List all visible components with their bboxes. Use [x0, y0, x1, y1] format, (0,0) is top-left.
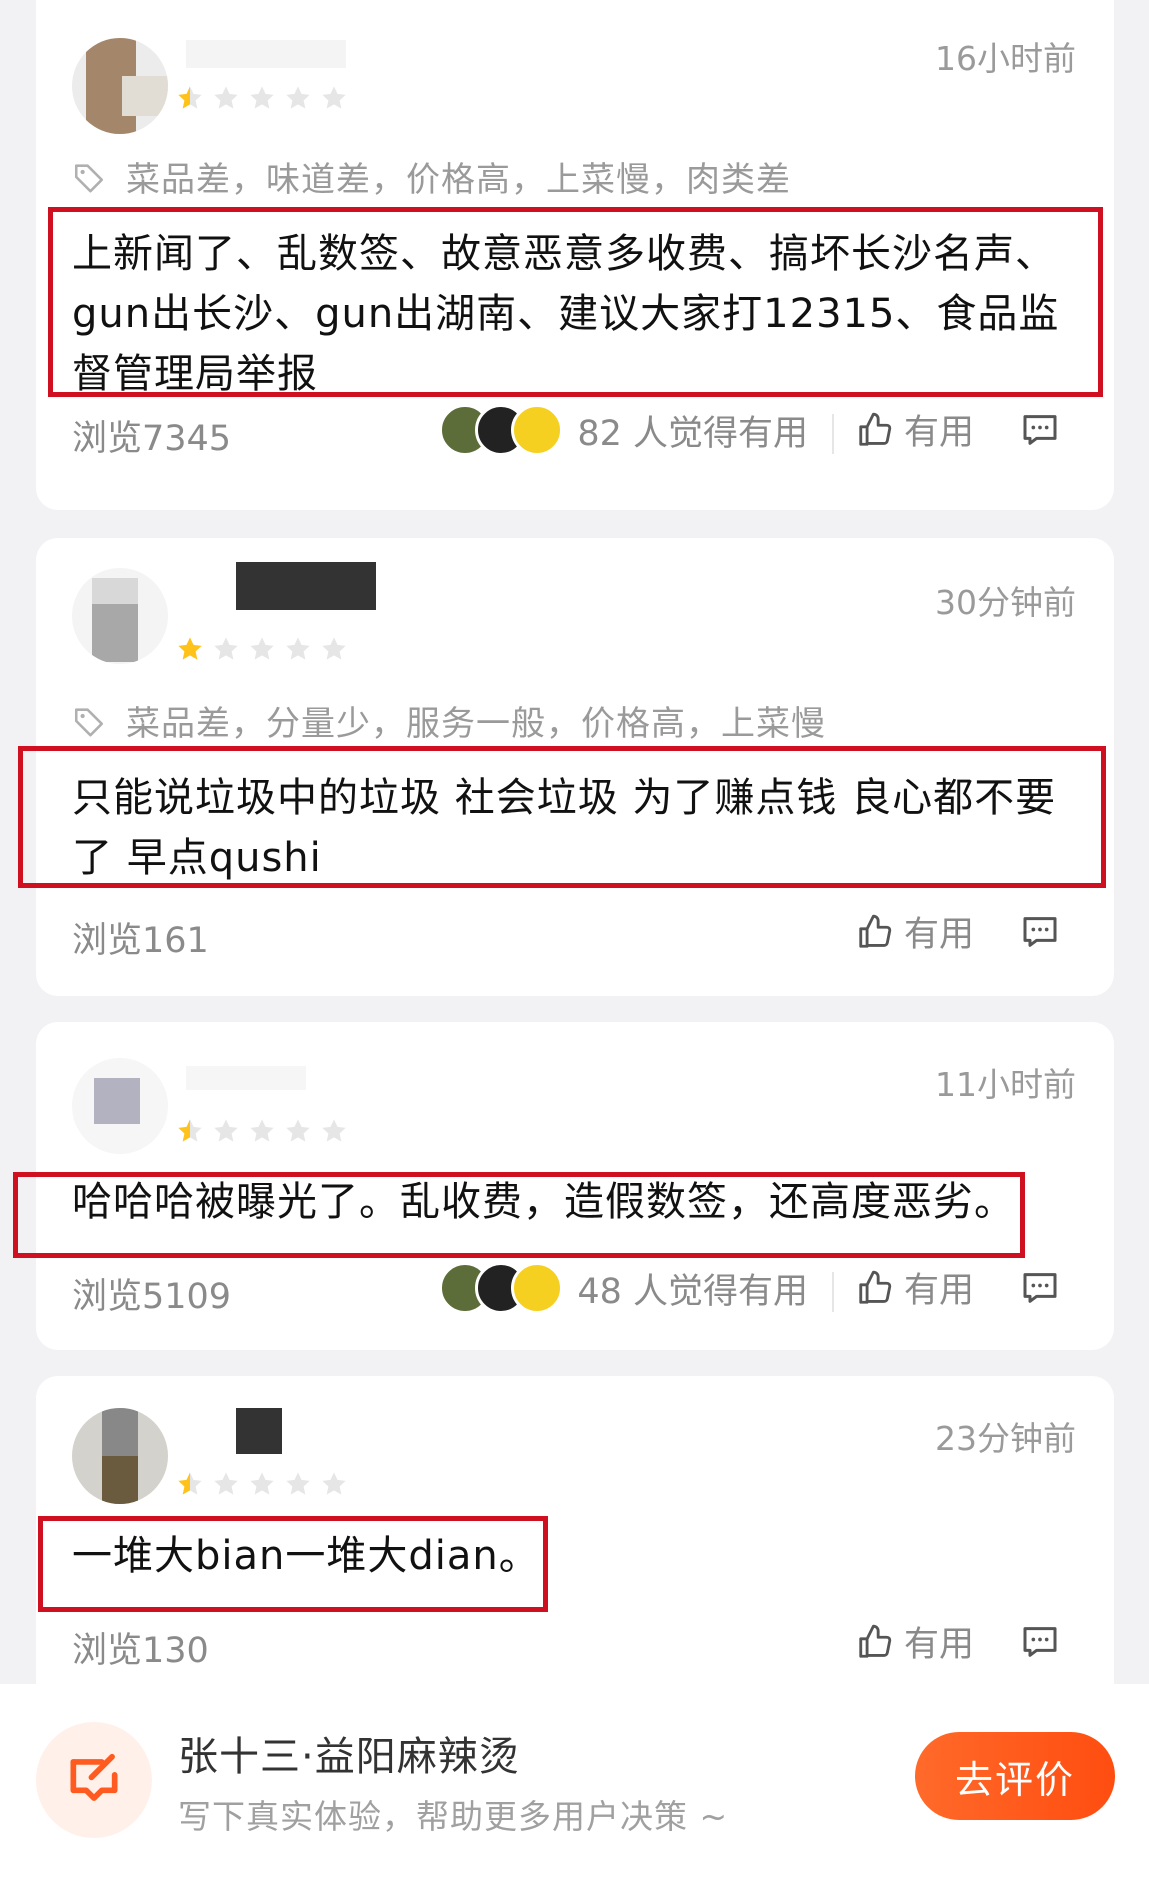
avatar[interactable] [72, 1058, 168, 1154]
mini-avatar [511, 404, 564, 456]
review-tags: 菜品差，分量少，服务一般，价格高，上菜慢 [72, 696, 826, 745]
view-count: 浏览7345 [72, 419, 232, 459]
avatar[interactable] [72, 568, 168, 664]
divider [832, 414, 834, 454]
comment-button[interactable] [1020, 1622, 1060, 1666]
comment-button[interactable] [1020, 410, 1060, 454]
divider [832, 1272, 834, 1312]
star-empty-icon [286, 1119, 310, 1142]
star-empty-icon [322, 637, 346, 660]
view-count: 浏览5109 [72, 1277, 232, 1317]
thumbs-up-icon [859, 412, 892, 446]
star-half-icon [178, 1472, 202, 1495]
username-blurred [236, 1408, 282, 1454]
useful-button[interactable]: 有用 [856, 1616, 974, 1667]
mini-avatar [511, 1262, 564, 1314]
useful-button[interactable]: 有用 [856, 1262, 974, 1313]
star-empty-icon [214, 1472, 238, 1495]
tag-icon [74, 163, 104, 192]
useful-button[interactable]: 有用 [856, 404, 974, 455]
thumbs-up-icon [859, 914, 892, 948]
tags-text: 菜品差，味道差，价格高，上菜慢，肉类差 [126, 160, 791, 200]
write-review-icon-wrap[interactable] [36, 1722, 152, 1838]
comment-icon [1023, 415, 1057, 445]
edit-review-icon [70, 1753, 118, 1801]
star-filled-icon [178, 637, 202, 660]
useful-label: 有用 [903, 915, 974, 955]
view-count: 浏览161 [72, 921, 209, 961]
star-rating [176, 1470, 348, 1498]
useful-label: 有用 [903, 413, 974, 453]
useful-label: 有用 [903, 1271, 974, 1311]
review-footer: 浏览7345 82 人觉得有用 有用 [72, 404, 1078, 464]
avatar[interactable] [72, 1408, 168, 1504]
star-empty-icon [214, 1119, 238, 1142]
useful-label: 有用 [903, 1625, 974, 1665]
star-empty-icon [214, 86, 238, 109]
thumbs-up-icon [859, 1624, 892, 1658]
highlight-box [13, 1172, 1025, 1258]
star-rating [176, 635, 348, 663]
star-empty-icon [214, 637, 238, 660]
star-empty-icon [250, 86, 274, 109]
username-blurred [186, 1066, 306, 1090]
review-time: 11小时前 [935, 1065, 1076, 1104]
comment-icon [1023, 917, 1057, 947]
star-half-icon [178, 86, 202, 109]
review-tags: 菜品差，味道差，价格高，上菜慢，肉类差 [72, 152, 791, 201]
tag-icon [74, 707, 104, 736]
star-half-icon [178, 1119, 202, 1142]
star-empty-icon [250, 1472, 274, 1495]
thumbs-up-icon [859, 1270, 892, 1304]
star-rating [176, 1117, 348, 1145]
star-empty-icon [286, 86, 310, 109]
helpful-summary: 82 人觉得有用 [439, 404, 808, 456]
star-empty-icon [322, 1119, 346, 1142]
review-time: 16小时前 [935, 39, 1076, 78]
star-rating [176, 84, 348, 112]
highlight-box [18, 746, 1106, 888]
username-blurred [236, 562, 376, 610]
star-empty-icon [286, 637, 310, 660]
star-empty-icon [250, 1119, 274, 1142]
useful-button[interactable]: 有用 [856, 906, 974, 957]
star-empty-icon [286, 1472, 310, 1495]
comment-icon [1023, 1627, 1057, 1657]
highlight-box [38, 1516, 548, 1612]
username-blurred [186, 40, 346, 68]
star-empty-icon [250, 637, 274, 660]
review-time: 30分钟前 [935, 583, 1076, 622]
view-count: 浏览130 [72, 1631, 209, 1671]
review-hint: 写下真实体验，帮助更多用户决策 ~ [178, 1797, 729, 1836]
highlight-box [48, 207, 1103, 397]
shop-name: 张十三·益阳麻辣烫 [178, 1734, 520, 1780]
review-footer: 浏览130 有用 [72, 1616, 1078, 1676]
avatar[interactable] [72, 38, 168, 134]
star-empty-icon [322, 86, 346, 109]
star-empty-icon [322, 1472, 346, 1495]
review-footer: 浏览161 有用 [72, 906, 1078, 966]
tags-text: 菜品差，分量少，服务一般，价格高，上菜慢 [126, 704, 826, 744]
comment-icon [1023, 1273, 1057, 1303]
helpful-summary: 48 人觉得有用 [439, 1262, 808, 1314]
write-review-button[interactable]: 去评价 [915, 1732, 1115, 1820]
review-footer: 浏览5109 48 人觉得有用 有用 [72, 1262, 1078, 1322]
review-time: 23分钟前 [935, 1419, 1076, 1458]
helpful-count: 82 人觉得有用 [577, 413, 808, 454]
comment-button[interactable] [1020, 1268, 1060, 1312]
comment-button[interactable] [1020, 912, 1060, 956]
review-prompt-bar: 张十三·益阳麻辣烫 写下真实体验，帮助更多用户决策 ~ 去评价 [0, 1684, 1149, 1881]
helpful-count: 48 人觉得有用 [577, 1271, 808, 1312]
